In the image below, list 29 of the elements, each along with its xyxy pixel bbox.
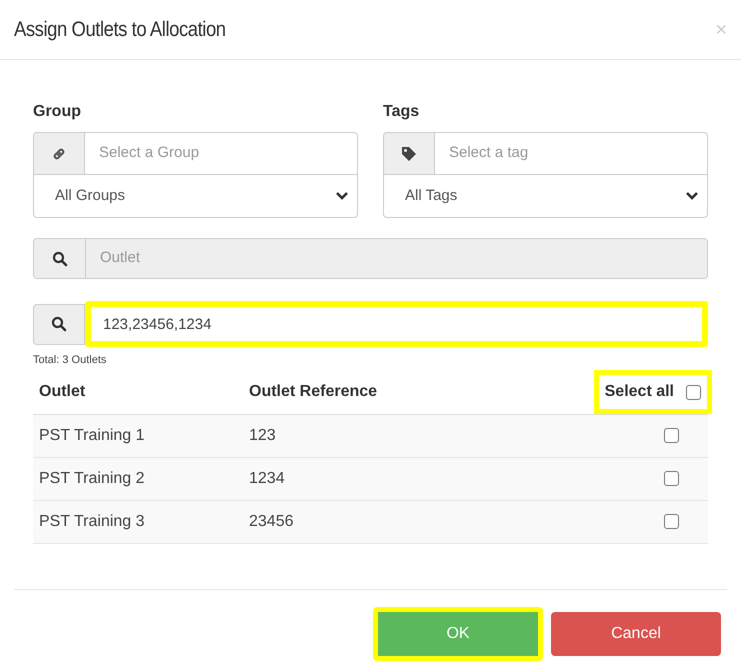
cancel-button[interactable]: Cancel — [551, 612, 721, 656]
checkbox[interactable] — [664, 428, 679, 443]
tag-search-field[interactable]: Select a tag — [435, 132, 708, 175]
reference-search-field[interactable]: 123,23456,1234 — [85, 301, 708, 347]
checkbox[interactable] — [664, 471, 679, 486]
field-label: Group — [33, 102, 82, 122]
chevron-down-icon — [335, 191, 349, 201]
group-search-field[interactable]: Select a Group — [85, 132, 358, 175]
tag-dropdown[interactable]: All Tags — [383, 175, 708, 218]
checkbox[interactable] — [686, 384, 701, 400]
column-header: Outlet Reference — [249, 382, 378, 402]
chevron-down-icon — [685, 191, 699, 201]
link-icon — [51, 146, 67, 162]
table-cell-text: PST Training 2 — [38, 468, 146, 488]
total-count: Total: 3 Outlets — [33, 353, 108, 368]
table-cell-text: 123 — [249, 426, 277, 446]
table-cell-text: PST Training 3 — [38, 512, 146, 532]
dialog-title: Assign Outlets to Allocation — [14, 16, 226, 43]
checkbox[interactable] — [664, 514, 679, 529]
table-cell-text: 1234 — [249, 468, 286, 488]
tag-icon — [400, 144, 418, 162]
table-cell-text: PST Training 1 — [38, 426, 146, 446]
field-label: Tags — [383, 102, 420, 122]
group-dropdown[interactable]: All Groups — [33, 175, 358, 218]
search-icon — [52, 250, 68, 266]
column-header: Outlet — [38, 382, 86, 402]
table-cell-text: 23456 — [249, 512, 294, 532]
select-all-label: Select all — [604, 382, 674, 402]
search-icon — [51, 316, 67, 332]
